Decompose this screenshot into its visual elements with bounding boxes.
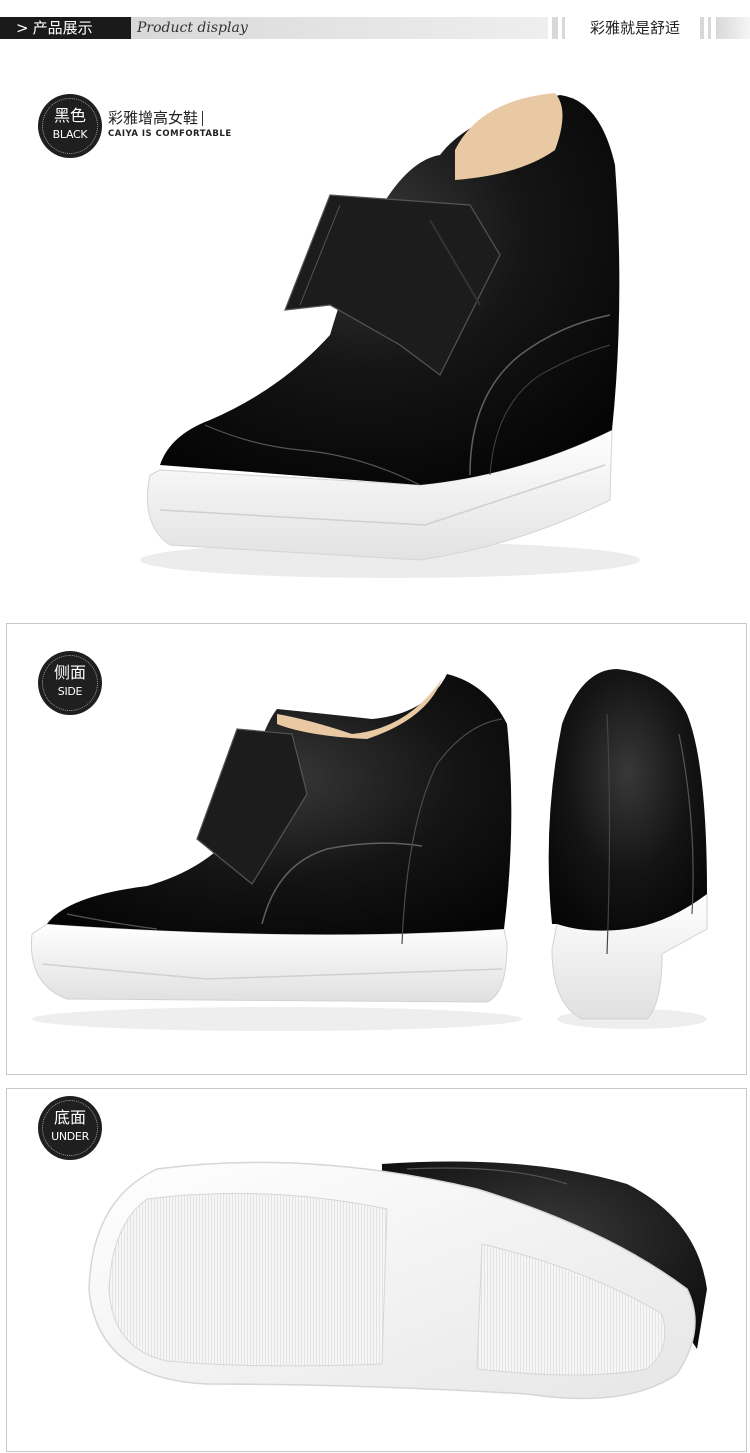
slogan-text: 彩雅就是舒适 (589, 19, 680, 37)
section-under: 底面 UNDER (6, 1088, 747, 1452)
shoe-front-image (140, 93, 640, 578)
divider-stripe (552, 17, 558, 39)
section-black: 黑色 BLACK 彩雅增高女鞋 CAIYA IS COMFORTABLE (0, 55, 750, 623)
divider-stripe (708, 17, 711, 39)
divider-stripe (562, 17, 565, 39)
divider-stripe (700, 17, 704, 39)
subtitle-text: Product display (137, 20, 248, 36)
arrow-icon: > (16, 19, 29, 37)
shoe-sole-image (88, 1161, 707, 1400)
divider-stripe (716, 17, 750, 39)
section-side: 侧面 SIDE (6, 623, 747, 1075)
shoe-side-image (30, 669, 708, 1031)
section-label-tab: > 产品展示 (0, 17, 131, 39)
subtitle-bar: Product display (131, 17, 548, 39)
section-label: 产品展示 (32, 19, 93, 37)
header-bar: > 产品展示 Product display 彩雅就是舒适 (0, 17, 750, 39)
